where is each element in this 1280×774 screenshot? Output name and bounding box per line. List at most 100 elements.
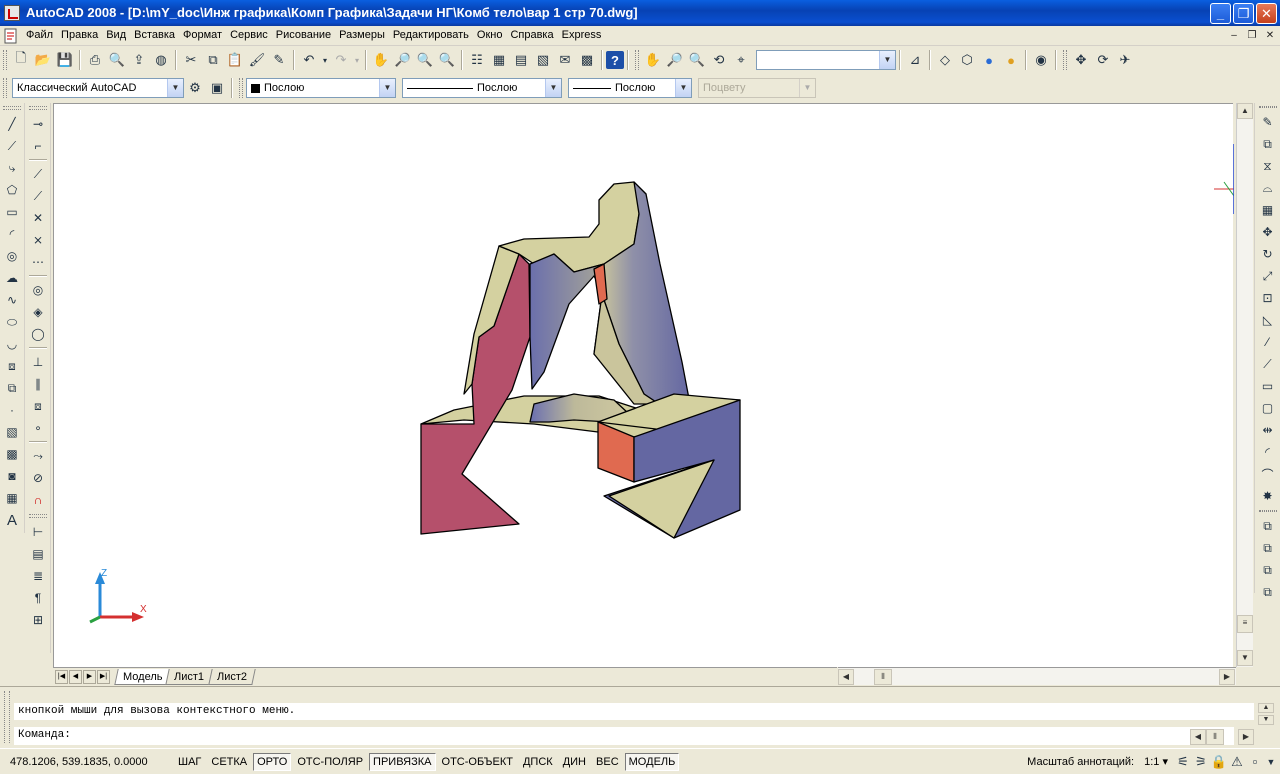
snap-perpendicular-icon[interactable]: ⊥ <box>27 351 49 373</box>
menu-window[interactable]: Окно <box>473 26 507 45</box>
rotate-icon[interactable]: ↻ <box>1257 243 1279 265</box>
pan-icon[interactable]: ✋ <box>642 49 664 71</box>
undo-icon[interactable]: ↶ <box>298 49 320 71</box>
workspace-combo[interactable]: Классический AutoCAD ▼ <box>12 78 184 98</box>
toolbar-grip[interactable] <box>3 106 21 110</box>
erase-icon[interactable]: ✎ <box>1257 111 1279 133</box>
move-icon[interactable]: ✥ <box>1257 221 1279 243</box>
tool-palettes-icon[interactable]: ▤ <box>510 49 532 71</box>
document-icon[interactable] <box>3 28 19 44</box>
tab-prev-icon[interactable]: ◀ <box>69 669 82 684</box>
gradient-icon[interactable]: ▩ <box>1 443 23 465</box>
line-icon[interactable]: ╱ <box>1 113 23 135</box>
menu-edit[interactable]: Правка <box>57 26 102 45</box>
draw-order-back-icon[interactable]: ⧉ <box>1257 537 1279 559</box>
break-icon[interactable]: ▭ <box>1257 375 1279 397</box>
table-style-icon[interactable]: ⊞ <box>27 609 49 631</box>
3d-orbit-icon[interactable]: ⟳ <box>1092 49 1114 71</box>
vertical-scrollbar[interactable]: ▲ ≡ ▼ <box>1236 103 1253 667</box>
dimension-style-icon[interactable]: ▤ <box>27 543 49 565</box>
history-scroll-up-icon[interactable]: ▲ <box>1258 703 1274 713</box>
polygon-icon[interactable]: ⬠ <box>1 179 23 201</box>
tray-settings-icon[interactable]: ⚠ <box>1228 751 1246 773</box>
auto-scale-icon[interactable]: ⚞ <box>1192 751 1210 773</box>
3d-wireframe-icon[interactable]: ⬡ <box>956 49 978 71</box>
trim-icon[interactable]: ◺ <box>1257 309 1279 331</box>
tab-layout1[interactable]: Лист1 <box>165 668 214 685</box>
scroll-up-icon[interactable]: ▲ <box>1237 103 1253 119</box>
save-icon[interactable]: 💾 <box>54 49 76 71</box>
toolbar-grip[interactable] <box>239 78 243 98</box>
3d-dwf-icon[interactable]: ◍ <box>150 49 172 71</box>
input-scroll-right-icon[interactable]: ▶ <box>1238 729 1254 745</box>
toggle-otrack[interactable]: ОТС-ОБЪЕКТ <box>438 753 517 771</box>
close-button[interactable]: ✕ <box>1256 3 1277 24</box>
toolbar-grip[interactable] <box>635 50 639 70</box>
sheet-set-icon[interactable]: ▧ <box>532 49 554 71</box>
toolbar-grip[interactable] <box>1258 106 1277 108</box>
fillet-arc-icon[interactable]: ⌒ <box>1257 463 1279 485</box>
snap-endpoint-icon[interactable]: ⟋ <box>27 163 49 185</box>
toggle-dyn[interactable]: ДИН <box>559 753 590 771</box>
point-icon[interactable]: · <box>1 399 23 421</box>
spline-icon[interactable]: ∿ <box>1 289 23 311</box>
draw-order-under-icon[interactable]: ⧉ <box>1257 581 1279 603</box>
calculator-icon[interactable]: ▩ <box>576 49 598 71</box>
mirror-icon[interactable]: ⧖ <box>1257 155 1279 177</box>
command-input[interactable]: Команда: <box>14 727 1234 745</box>
redo-dropdown-icon[interactable]: ▾ <box>352 49 362 71</box>
lineweight-combo[interactable]: Послою ▼ <box>568 78 692 98</box>
new-icon[interactable]: 🗋 <box>10 49 32 71</box>
drawing-area[interactable]: Z X <box>53 103 1235 667</box>
lock-icon[interactable]: 🔒 <box>1210 751 1228 773</box>
snap-midpoint-icon[interactable]: ⟋ <box>27 185 49 207</box>
toggle-ducs[interactable]: ДПСК <box>519 753 557 771</box>
chevron-down-icon[interactable]: ▼ <box>167 79 183 97</box>
draw-order-front-icon[interactable]: ⧉ <box>1257 515 1279 537</box>
my-workspace-icon[interactable]: ▣ <box>206 77 228 99</box>
revision-cloud-icon[interactable]: ☁ <box>1 267 23 289</box>
zoom-in-icon[interactable]: 🔎 <box>664 49 686 71</box>
snap-tangent-icon[interactable]: ◯ <box>27 323 49 345</box>
insert-block-icon[interactable]: ⧈ <box>1 355 23 377</box>
menu-insert[interactable]: Вставка <box>130 26 179 45</box>
maximize-button[interactable]: ❐ <box>1233 3 1254 24</box>
layer-icon[interactable]: ≣ <box>27 565 49 587</box>
3d-hidden-icon[interactable]: ◇ <box>934 49 956 71</box>
mdi-restore-button[interactable]: ❐ <box>1244 29 1260 43</box>
linetype-combo[interactable]: Послою ▼ <box>402 78 562 98</box>
undo-dropdown-icon[interactable]: ▾ <box>320 49 330 71</box>
osnap-settings-icon[interactable]: ∩ <box>27 489 49 511</box>
menu-file[interactable]: Файл <box>22 26 57 45</box>
horizontal-scrollbar[interactable]: ◀ ⦀ ▶ <box>838 667 1236 685</box>
construction-line-icon[interactable]: ⟋ <box>1 135 23 157</box>
tab-model[interactable]: Модель <box>114 668 172 685</box>
toggle-ortho[interactable]: ОРТО <box>253 752 292 771</box>
menu-help[interactable]: Справка <box>506 26 557 45</box>
redo-icon[interactable]: ↷ <box>330 49 352 71</box>
zoom-window-icon[interactable]: 🔍 <box>414 49 436 71</box>
chamfer-icon[interactable]: ⇹ <box>1257 419 1279 441</box>
workspace-settings-icon[interactable]: ⚙ <box>184 77 206 99</box>
toolbar-grip[interactable] <box>1063 50 1067 70</box>
autocad-app-icon[interactable] <box>4 5 20 21</box>
input-scroll-left-icon[interactable]: ◀ <box>1190 729 1206 745</box>
scale-icon[interactable]: ⤢ <box>1257 265 1279 287</box>
snap-quadrant-icon[interactable]: ◈ <box>27 301 49 323</box>
snap-node-icon[interactable]: ∘ <box>27 417 49 439</box>
conceptual-icon[interactable]: ● <box>1000 49 1022 71</box>
rectangle-icon[interactable]: ▭ <box>1 201 23 223</box>
realistic-icon[interactable]: ● <box>978 49 1000 71</box>
snap-insert-icon[interactable]: ⧈ <box>27 395 49 417</box>
zoom-previous-icon[interactable]: 🔍 <box>436 49 458 71</box>
paste-icon[interactable]: 📋 <box>224 49 246 71</box>
text-style-icon[interactable]: ¶ <box>27 587 49 609</box>
copy-object-icon[interactable]: ⧉ <box>1257 133 1279 155</box>
circle-icon[interactable]: ◎ <box>1 245 23 267</box>
toggle-grid[interactable]: СЕТКА <box>207 753 251 771</box>
markup-icon[interactable]: ✉ <box>554 49 576 71</box>
toggle-lwt[interactable]: ВЕС <box>592 753 623 771</box>
polyline-icon[interactable]: ⤷ <box>1 157 23 179</box>
menu-tools[interactable]: Сервис <box>226 26 272 45</box>
menu-draw[interactable]: Рисование <box>272 26 335 45</box>
